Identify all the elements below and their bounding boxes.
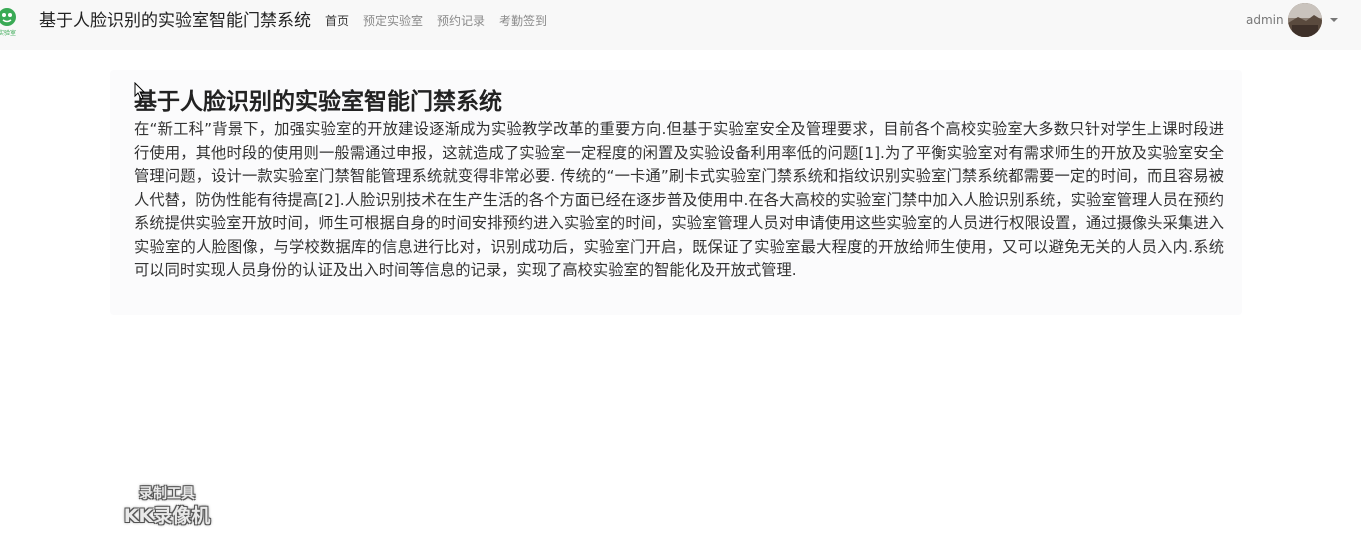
intro-paragraph: 在“新工科”背景下，加强实验室的开放建设逐渐成为实验教学改革的重要方向.但基于实…: [134, 120, 1224, 279]
nav-home[interactable]: 首页: [325, 13, 349, 29]
logo-text: 实验室: [0, 29, 16, 37]
recorder-watermark: 录制工具 KK录像机: [112, 484, 222, 528]
nav-attendance[interactable]: 考勤签到: [499, 13, 547, 29]
top-navbar: 实验室 基于人脸识别的实验室智能门禁系统 首页 预定实验室 预约记录 考勤签到 …: [0, 0, 1361, 50]
page-title: 基于人脸识别的实验室智能门禁系统: [134, 89, 502, 115]
lab-logo-icon[interactable]: 实验室: [0, 4, 20, 38]
watermark-line-2: KK录像机: [123, 505, 211, 527]
nav-reservations[interactable]: 预约记录: [437, 13, 485, 29]
intro-panel: 基于人脸识别的实验室智能门禁系统 在“新工科”背景下，加强实验室的开放建设逐渐成…: [110, 70, 1242, 315]
user-menu[interactable]: admin: [1246, 2, 1338, 38]
mouse-cursor-icon: [134, 81, 146, 104]
chevron-down-icon[interactable]: [1329, 18, 1338, 22]
watermark-line-1: 录制工具: [139, 486, 195, 502]
main-nav: 首页 预定实验室 预约记录 考勤签到: [325, 13, 547, 29]
user-avatar[interactable]: [1287, 3, 1322, 37]
username[interactable]: admin: [1246, 13, 1284, 27]
nav-book-lab[interactable]: 预定实验室: [363, 13, 423, 29]
brand-title[interactable]: 基于人脸识别的实验室智能门禁系统: [39, 10, 311, 32]
